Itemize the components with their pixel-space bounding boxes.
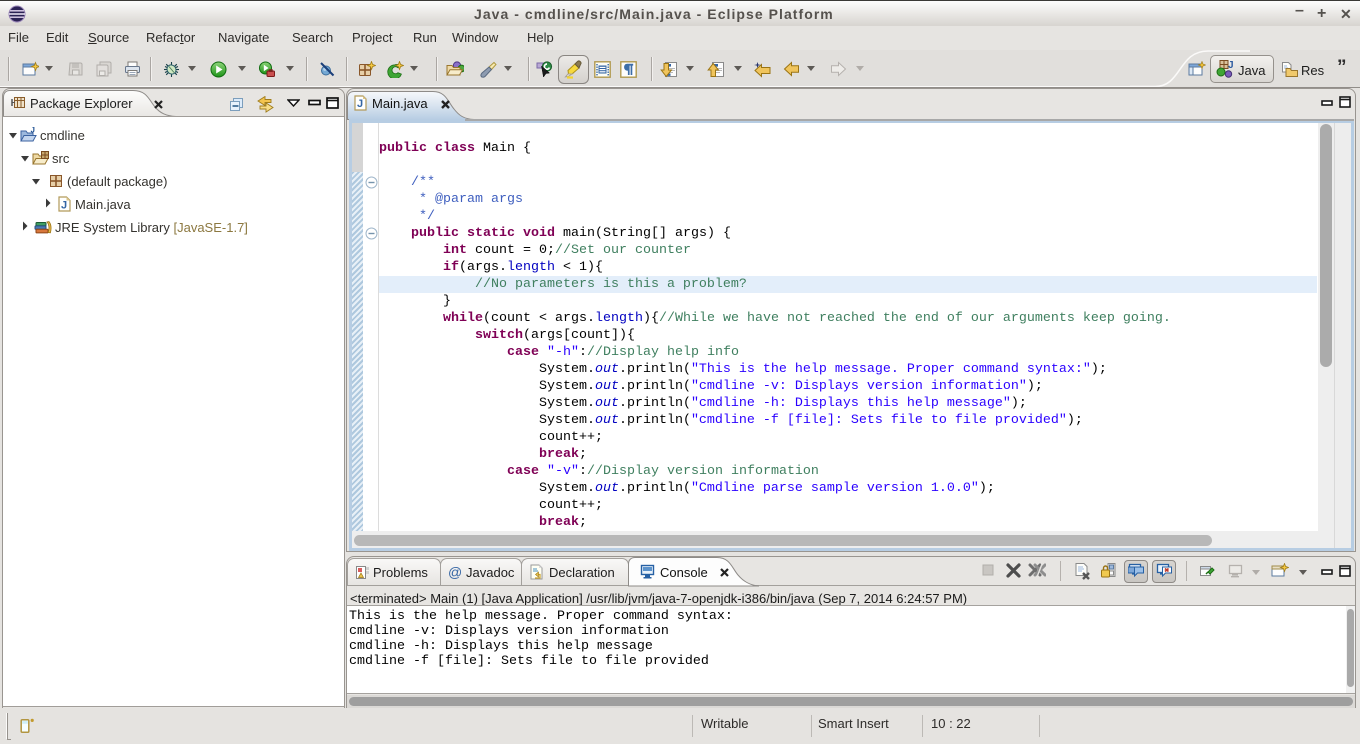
svg-text:J: J	[357, 98, 363, 110]
svg-text:J: J	[31, 127, 35, 135]
svg-text:J: J	[61, 200, 67, 212]
svg-text:J: J	[1228, 60, 1234, 71]
